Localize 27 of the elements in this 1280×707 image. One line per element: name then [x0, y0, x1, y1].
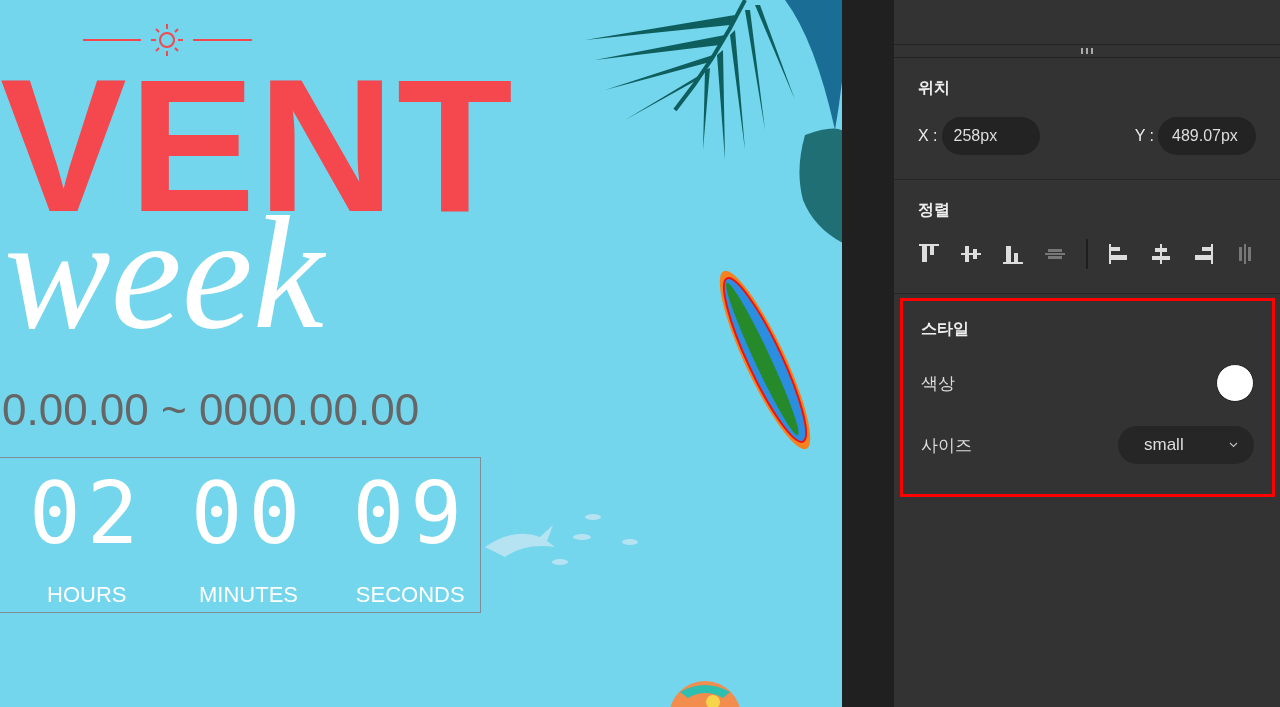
align-right-icon[interactable] — [1192, 243, 1214, 265]
countdown-label: SECONDS — [355, 582, 465, 608]
y-input-field[interactable]: 489.07px — [1158, 117, 1256, 155]
countdown-digits: 02 — [29, 470, 145, 556]
event-period: 0.00.00 ~ 0000.00.00 — [2, 385, 420, 435]
section-title: 정렬 — [918, 200, 951, 220]
align-bottom-icon[interactable] — [1002, 243, 1024, 265]
size-label: 사이즈 — [921, 434, 972, 457]
countdown-digits: 00 — [190, 470, 307, 556]
y-label: Y : — [1134, 127, 1154, 145]
align-left-icon[interactable] — [1108, 243, 1130, 265]
resize-handle[interactable] — [894, 45, 1280, 58]
chevron-down-icon — [1229, 442, 1238, 448]
section-title: 스타일 — [921, 319, 970, 339]
size-dropdown[interactable]: small — [1118, 426, 1254, 464]
countdown-label: MINUTES — [199, 582, 298, 608]
align-middle-icon[interactable] — [960, 243, 982, 265]
x-input-field[interactable]: 258px — [941, 117, 1040, 155]
grip-icon — [1080, 48, 1094, 54]
section-title: 위치 — [918, 78, 951, 98]
align-center-icon[interactable] — [1150, 243, 1172, 265]
countdown-label: HOURS — [47, 582, 127, 608]
countdown-digits: 09 — [352, 470, 468, 556]
color-label: 색상 — [921, 372, 955, 395]
align-top-icon[interactable] — [918, 243, 940, 265]
color-swatch[interactable] — [1216, 364, 1254, 402]
x-label: X : — [918, 127, 938, 145]
